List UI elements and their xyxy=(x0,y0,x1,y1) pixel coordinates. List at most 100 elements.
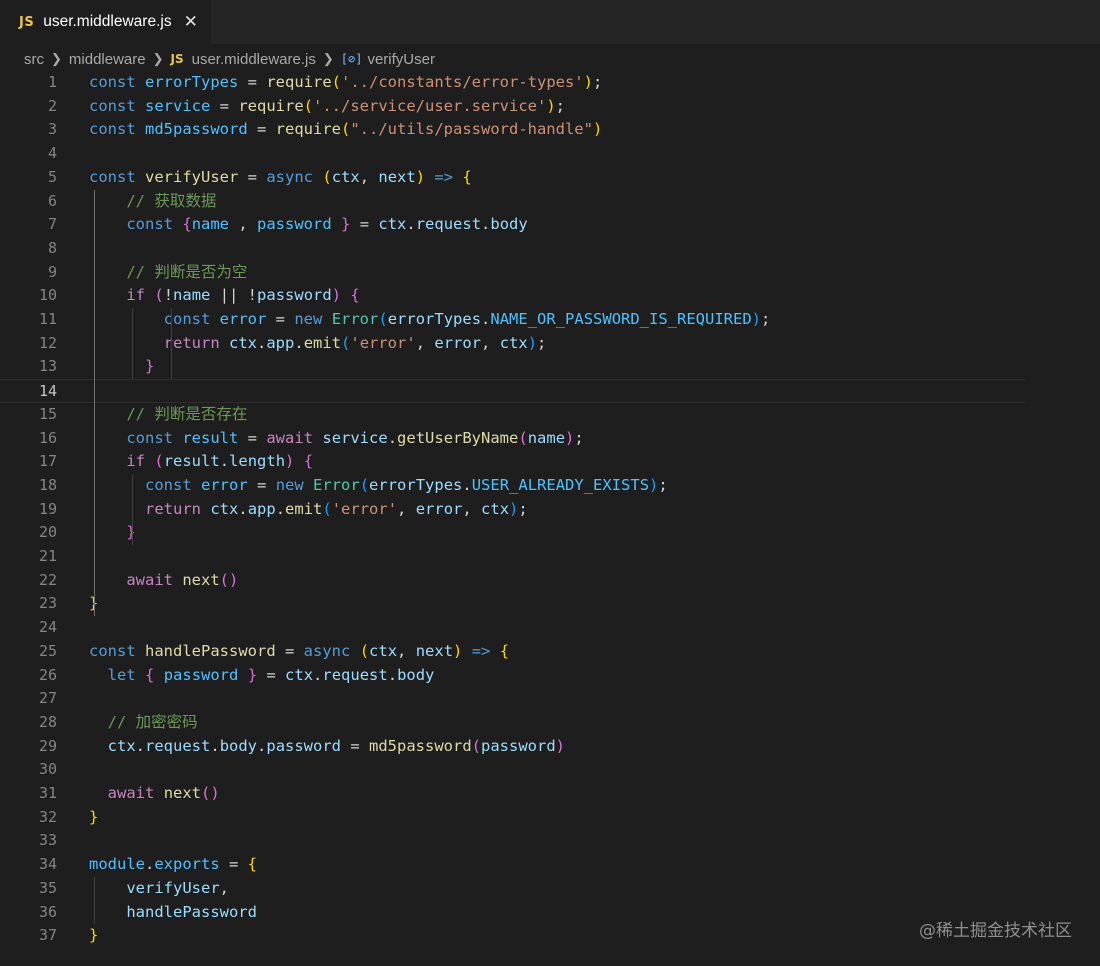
code-text: // 判断是否存在 xyxy=(126,404,248,423)
code-line[interactable]: 6 // 获取数据 xyxy=(0,190,1100,214)
indent-guide xyxy=(94,189,95,617)
code-line[interactable]: 19 return ctx.app.emit('error', error, c… xyxy=(0,498,1100,522)
code-line[interactable]: 31 await next() xyxy=(0,782,1100,806)
code-text: handlePassword xyxy=(126,902,257,921)
indent-guide xyxy=(132,308,134,380)
code-text: await next() xyxy=(126,570,239,589)
code-text: const error = new Error(errorTypes.USER_… xyxy=(145,475,668,494)
code-line[interactable]: 30 xyxy=(0,758,1100,782)
line-number: 4 xyxy=(47,144,57,163)
code-line[interactable]: 1 const errorTypes = require('../constant… xyxy=(0,71,1100,95)
code-text: const {name , password } = ctx.request.b… xyxy=(126,215,528,234)
code-line[interactable]: 5 const verifyUser = async (ctx, next) =>… xyxy=(0,166,1100,190)
code-text: const service = require('../service/user… xyxy=(89,96,565,115)
editor-tab[interactable]: JS user.middleware.js ✕ xyxy=(0,0,211,44)
watermark: @稀土掘金技术社区 xyxy=(919,921,1072,941)
code-line[interactable]: 34 module.exports = { xyxy=(0,853,1100,877)
breadcrumb-src[interactable]: src xyxy=(24,51,44,68)
chevron-right-icon: ❯ xyxy=(322,51,334,66)
tab-label: user.middleware.js xyxy=(43,13,172,30)
line-number: 2 xyxy=(47,96,57,115)
javascript-file-icon: JS xyxy=(170,52,184,66)
breadcrumb-symbol[interactable]: verifyUser xyxy=(367,51,435,68)
code-line[interactable]: 35 verifyUser, xyxy=(0,877,1100,901)
breadcrumb-file[interactable]: user.middleware.js xyxy=(192,51,316,68)
code-text: module.exports = { xyxy=(89,855,258,874)
code-line[interactable]: 13 } xyxy=(0,355,1100,379)
line-number: 37 xyxy=(38,926,57,945)
code-line[interactable]: 28 // 加密密码 xyxy=(0,711,1100,735)
code-line[interactable]: 25 const handlePassword = async (ctx, nex… xyxy=(0,640,1100,664)
code-line[interactable]: 14 xyxy=(0,379,1025,403)
code-line[interactable]: 15 // 判断是否存在 xyxy=(0,403,1100,427)
line-number: 11 xyxy=(38,310,57,328)
line-number: 8 xyxy=(47,238,57,257)
tab-bar: JS user.middleware.js ✕ xyxy=(0,0,1100,44)
line-number: 22 xyxy=(38,570,57,589)
code-line[interactable]: 10 if (!name || !password) { xyxy=(0,284,1100,308)
code-text: // 加密密码 xyxy=(107,712,198,731)
code-text: const result = await service.getUserByNa… xyxy=(126,428,584,447)
line-number: 32 xyxy=(38,807,57,826)
chevron-right-icon: ❯ xyxy=(51,51,62,66)
code-line[interactable]: 4 xyxy=(0,142,1100,166)
line-number: 9 xyxy=(47,262,57,281)
code-line[interactable]: 24 xyxy=(0,616,1100,640)
line-number: 25 xyxy=(38,641,57,660)
code-line[interactable]: 12 return ctx.app.emit('error', error, c… xyxy=(0,332,1100,356)
code-line[interactable]: 29 ctx.request.body.password = md5passwo… xyxy=(0,735,1100,759)
code-line[interactable]: 3 const md5password = require("../utils/p… xyxy=(0,118,1100,142)
line-number: 3 xyxy=(47,120,57,139)
code-line[interactable]: 7 const {name , password } = ctx.request… xyxy=(0,213,1100,237)
line-number: 36 xyxy=(38,902,57,921)
line-number: 29 xyxy=(38,736,57,755)
code-line[interactable]: 22 await next() xyxy=(0,569,1100,593)
line-number: 7 xyxy=(47,215,57,234)
line-number: 20 xyxy=(38,523,57,542)
line-number: 27 xyxy=(38,689,57,708)
line-number: 19 xyxy=(38,499,57,518)
line-number: 15 xyxy=(38,404,57,423)
code-line[interactable]: 33 xyxy=(0,829,1100,853)
code-line[interactable]: 8 xyxy=(0,237,1100,261)
close-icon[interactable]: ✕ xyxy=(184,13,198,31)
line-number: 34 xyxy=(38,855,57,874)
indent-guide xyxy=(132,473,134,545)
code-line[interactable]: 2 const service = require('../service/use… xyxy=(0,95,1100,119)
code-text: if (result.length) { xyxy=(126,452,314,471)
code-text: verifyUser, xyxy=(126,878,229,897)
code-line[interactable]: 26 let { password } = ctx.request.body xyxy=(0,664,1100,688)
chevron-right-icon: ❯ xyxy=(152,51,164,66)
line-number: 21 xyxy=(38,547,57,565)
line-number: 28 xyxy=(38,712,57,731)
code-line[interactable]: 20 } xyxy=(0,521,1100,545)
code-text: const handlePassword = async (ctx, next)… xyxy=(89,641,510,660)
javascript-file-icon: JS xyxy=(19,14,35,30)
code-line[interactable]: 18 const error = new Error(errorTypes.US… xyxy=(0,474,1100,498)
symbol-variable-icon: [⊘] xyxy=(340,52,363,66)
code-text: } xyxy=(145,357,155,376)
line-number: 18 xyxy=(38,475,57,494)
line-number: 12 xyxy=(38,333,57,352)
code-line[interactable]: 27 xyxy=(0,687,1100,711)
code-line[interactable]: 16 const result = await service.getUserB… xyxy=(0,427,1100,451)
code-text: const error = new Error(errorTypes.NAME_… xyxy=(163,310,771,328)
code-text: ctx.request.body.password = md5password(… xyxy=(107,736,566,755)
line-number: 26 xyxy=(38,665,57,684)
line-number: 23 xyxy=(38,594,57,613)
code-line[interactable]: 17 if (result.length) { xyxy=(0,450,1100,474)
code-text: let { password } = ctx.request.body xyxy=(107,665,435,684)
code-line[interactable]: 11 const error = new Error(errorTypes.NA… xyxy=(0,308,1100,332)
code-text: const errorTypes = require('../constants… xyxy=(89,73,603,91)
line-number: 6 xyxy=(47,191,57,210)
code-line[interactable]: 9 // 判断是否为空 xyxy=(0,261,1100,285)
code-line[interactable]: 32} xyxy=(0,806,1100,830)
code-line[interactable]: 23} xyxy=(0,592,1100,616)
code-line[interactable]: 21 xyxy=(0,545,1100,569)
code-editor[interactable]: 1 const errorTypes = require('../constant… xyxy=(0,70,1100,966)
code-text: const verifyUser = async (ctx, next) => … xyxy=(89,167,472,186)
line-number: 13 xyxy=(38,357,57,376)
indent-guide xyxy=(170,308,172,380)
code-text: } xyxy=(89,807,99,826)
breadcrumb-middleware[interactable]: middleware xyxy=(69,51,146,68)
